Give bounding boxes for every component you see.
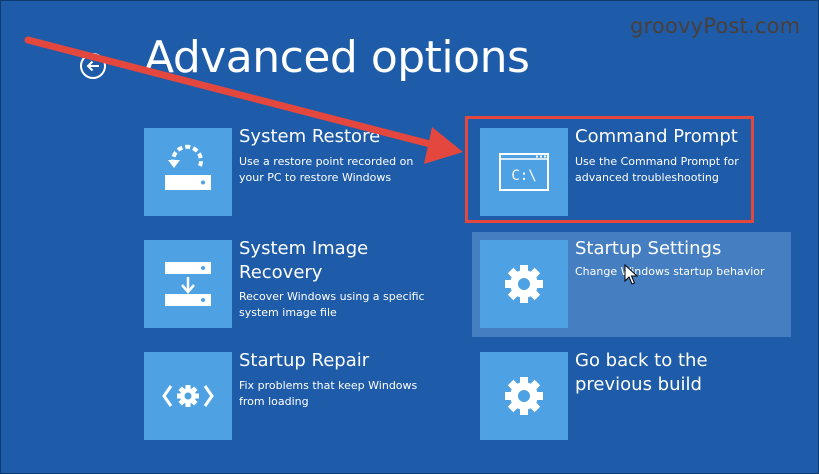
option-title-line: Recovery — [239, 262, 323, 283]
page-title: Advanced options — [144, 32, 530, 83]
back-arrow-icon — [86, 60, 99, 72]
restore-icon — [144, 128, 232, 216]
system-image-icon — [144, 240, 232, 328]
mouse-cursor-icon — [624, 264, 638, 285]
option-system-image-recovery[interactable]: System Image Recovery Recover Windows us… — [144, 237, 444, 328]
option-title: System Restore — [239, 126, 381, 147]
option-title: System Image Recovery — [239, 237, 368, 285]
option-title-line: System Image — [239, 238, 369, 259]
option-title: Go back to the previous build — [575, 349, 708, 397]
annotation-highlight-box — [465, 116, 754, 223]
option-title: Startup Settings — [575, 238, 722, 259]
option-startup-repair[interactable]: Startup Repair Fix problems that keep Wi… — [144, 350, 444, 440]
option-title-line: Go back to the — [575, 350, 708, 371]
gear-icon — [480, 352, 568, 440]
option-title-line: previous build — [575, 374, 702, 395]
gear-icon — [480, 240, 568, 328]
watermark: groovyPost.com — [630, 14, 801, 38]
option-go-back[interactable]: Go back to the previous build — [480, 349, 750, 440]
option-description: Use a restore point recorded on your PC … — [239, 155, 414, 184]
option-system-restore[interactable]: System Restore Use a restore point recor… — [144, 126, 444, 216]
back-button[interactable] — [80, 53, 106, 79]
option-description: Change Windows startup behavior — [575, 265, 765, 278]
option-description: Fix problems that keep Windows from load… — [239, 379, 418, 408]
option-description: Recover Windows using a specific system … — [239, 290, 425, 319]
repair-icon — [144, 352, 232, 440]
option-title: Startup Repair — [239, 350, 370, 371]
